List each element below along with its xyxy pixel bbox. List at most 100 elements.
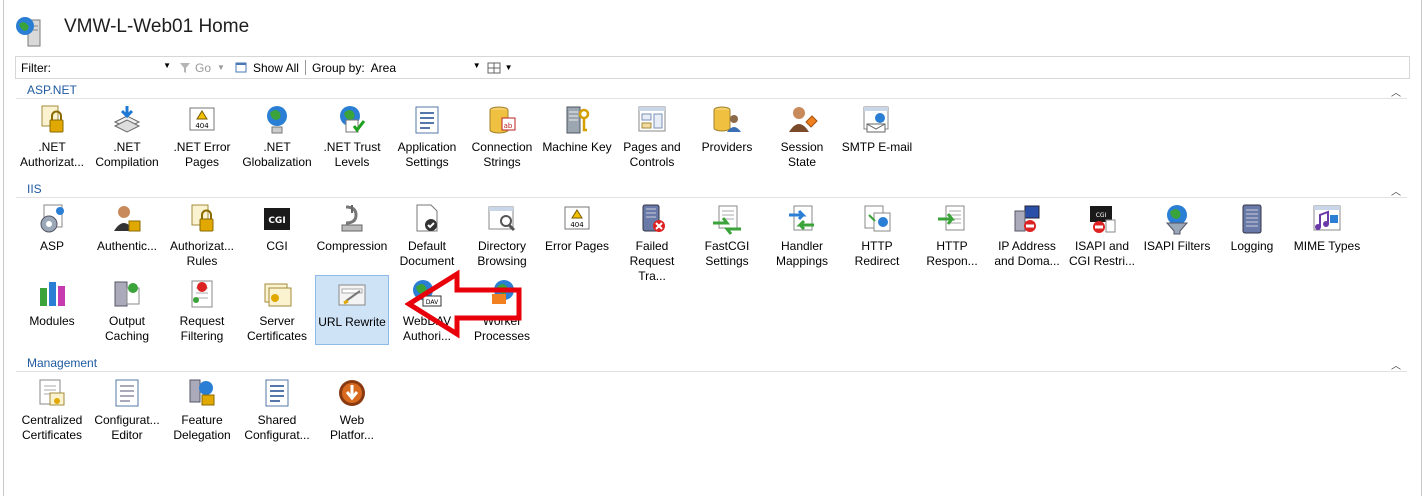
failed-request-icon xyxy=(636,203,668,235)
feature-default-document[interactable]: Default Document xyxy=(390,200,464,270)
feature-label-line1: SMTP E-mail xyxy=(841,140,913,154)
feature-session-state[interactable]: Session State xyxy=(765,101,839,171)
feature-feature-delegation[interactable]: Feature Delegation xyxy=(165,374,239,444)
certificates-icon xyxy=(261,278,293,310)
red-arrow-annotation xyxy=(405,269,522,339)
feature-error-pages[interactable]: 404 Error Pages xyxy=(540,200,614,270)
section-divider xyxy=(16,371,1407,372)
feature-web-platfor[interactable]: Web Platfor... xyxy=(315,374,389,444)
feature-label-line1: Compression xyxy=(316,239,388,253)
feature-authentic[interactable]: Authentic... xyxy=(90,200,164,270)
collapse-iis-icon[interactable]: ︿ xyxy=(1391,183,1401,198)
feature-net-error-pages[interactable]: 404 .NET Error Pages xyxy=(165,101,239,171)
shared-config-icon xyxy=(261,377,293,409)
svg-text:404: 404 xyxy=(570,221,584,229)
feature-connection-strings[interactable]: ab Connection Strings xyxy=(465,101,539,171)
feature-providers[interactable]: Providers xyxy=(690,101,764,171)
toolbar-separator xyxy=(304,60,306,75)
section-header-management[interactable]: Management xyxy=(27,356,97,370)
section-divider xyxy=(16,98,1407,99)
feature-delegation-icon xyxy=(186,377,218,409)
feature-label-line1: .NET xyxy=(38,140,66,154)
feature-http-respon[interactable]: HTTP Respon... xyxy=(915,200,989,270)
logging-icon xyxy=(1236,203,1268,235)
feature-label-line2: Certificates xyxy=(21,428,83,442)
group-by-select[interactable]: Area ▼ xyxy=(371,61,481,75)
feature-server-certificates[interactable]: Server Certificates xyxy=(240,275,314,345)
cgi-icon: CGI xyxy=(261,203,293,235)
feature-compression[interactable]: Compression xyxy=(315,200,389,270)
filter-combo[interactable]: Filter: ▼ xyxy=(16,61,171,75)
feature-net-compilation[interactable]: .NET Compilation xyxy=(90,101,164,171)
collapse-aspnet-icon[interactable]: ︿ xyxy=(1391,84,1401,99)
chevron-down-icon[interactable]: ▼ xyxy=(217,63,225,72)
feature-shared-configurat[interactable]: Shared Configurat... xyxy=(240,374,314,444)
feature-label-line2: Rules xyxy=(186,254,218,268)
providers-icon xyxy=(711,104,743,136)
feature-label-line2: CGI Restri... xyxy=(1068,254,1135,268)
handler-mappings-icon xyxy=(786,203,818,235)
go-button[interactable]: Go ▼ xyxy=(179,61,225,75)
feature-application-settings[interactable]: Application Settings xyxy=(390,101,464,171)
feature-isapi-and-cgi-restri[interactable]: CGI ISAPI and CGI Restri... xyxy=(1065,200,1139,270)
feature-label-line1: .NET Trust xyxy=(323,140,381,154)
feature-net-trust-levels[interactable]: .NET Trust Levels xyxy=(315,101,389,171)
feature-isapi-filters[interactable]: ISAPI Filters xyxy=(1140,200,1214,270)
asp-gear-icon xyxy=(36,203,68,235)
section-header-iis[interactable]: IIS xyxy=(27,182,42,196)
feature-configurat-editor[interactable]: Configurat... Editor xyxy=(90,374,164,444)
iis-server-globe-icon xyxy=(14,14,48,48)
svg-text:CGI: CGI xyxy=(268,216,285,226)
feature-failed-request-tra[interactable]: Failed Request Tra... xyxy=(615,200,689,283)
request-filter-icon xyxy=(186,278,218,310)
mime-icon xyxy=(1311,203,1343,235)
fastcgi-icon xyxy=(711,203,743,235)
feature-label-line1: .NET xyxy=(113,140,141,154)
feature-label-line2: Levels xyxy=(334,155,370,169)
error-404-icon: 404 xyxy=(186,104,218,136)
feature-label-line1: Modules xyxy=(29,314,75,328)
feature-label-line2: Strings xyxy=(483,155,521,169)
show-all-button[interactable]: Show All xyxy=(235,61,299,75)
feature-fastcgi-settings[interactable]: FastCGI Settings xyxy=(690,200,764,270)
feature-label-line1: Authentic... xyxy=(96,239,158,253)
section-header-aspnet[interactable]: ASP.NET xyxy=(27,83,77,97)
chevron-down-icon[interactable]: ▼ xyxy=(163,61,171,75)
feature-mime-types[interactable]: MIME Types xyxy=(1290,200,1364,270)
feature-http-redirect[interactable]: HTTP Redirect xyxy=(840,200,914,270)
feature-smtp-e-mail[interactable]: SMTP E-mail xyxy=(840,101,914,171)
modules-icon xyxy=(36,278,68,310)
collapse-management-icon[interactable]: ︿ xyxy=(1391,357,1401,372)
feature-label-line1: Output xyxy=(108,314,146,328)
feature-cgi[interactable]: CGI CGI xyxy=(240,200,314,270)
feature-pages-and-controls[interactable]: Pages and Controls xyxy=(615,101,689,171)
feature-machine-key[interactable]: Machine Key xyxy=(540,101,614,171)
show-all-label: Show All xyxy=(252,60,299,75)
feature-label-line2: Pages xyxy=(184,155,220,169)
feature-label-line2: Browsing xyxy=(477,254,527,268)
feature-request-filtering[interactable]: Request Filtering xyxy=(165,275,239,345)
feature-output-caching[interactable]: Output Caching xyxy=(90,275,164,345)
feature-net-authorizat[interactable]: .NET Authorizat... xyxy=(15,101,89,171)
feature-net-globalization[interactable]: .NET Globalization xyxy=(240,101,314,171)
view-mode-button[interactable]: ▼ xyxy=(487,62,513,74)
feature-label-line1: Default xyxy=(407,239,447,253)
feature-ip-address-and-doma[interactable]: IP Address and Doma... xyxy=(990,200,1064,270)
feature-logging[interactable]: Logging xyxy=(1215,200,1289,270)
feature-label-line1: Server xyxy=(259,314,295,328)
feature-url-rewrite[interactable]: URL Rewrite xyxy=(315,275,389,345)
feature-modules[interactable]: Modules xyxy=(15,275,89,345)
feature-handler-mappings[interactable]: Handler Mappings xyxy=(765,200,839,270)
feature-asp[interactable]: ASP xyxy=(15,200,89,270)
feature-centralized-certificates[interactable]: Centralized Certificates xyxy=(15,374,89,444)
go-label: Go xyxy=(195,60,212,75)
feature-label-line1: Logging xyxy=(1230,239,1274,253)
chevron-down-icon[interactable]: ▼ xyxy=(505,63,513,72)
error-404-icon: 404 xyxy=(561,203,593,235)
feature-label-line2: Document xyxy=(399,254,455,268)
feature-directory-browsing[interactable]: Directory Browsing xyxy=(465,200,539,270)
feature-label-line2: Mappings xyxy=(775,254,829,268)
feature-authorizat-rules[interactable]: Authorizat... Rules xyxy=(165,200,239,270)
chevron-down-icon[interactable]: ▼ xyxy=(473,61,481,75)
feature-label-line1: IP Address xyxy=(998,239,1056,253)
